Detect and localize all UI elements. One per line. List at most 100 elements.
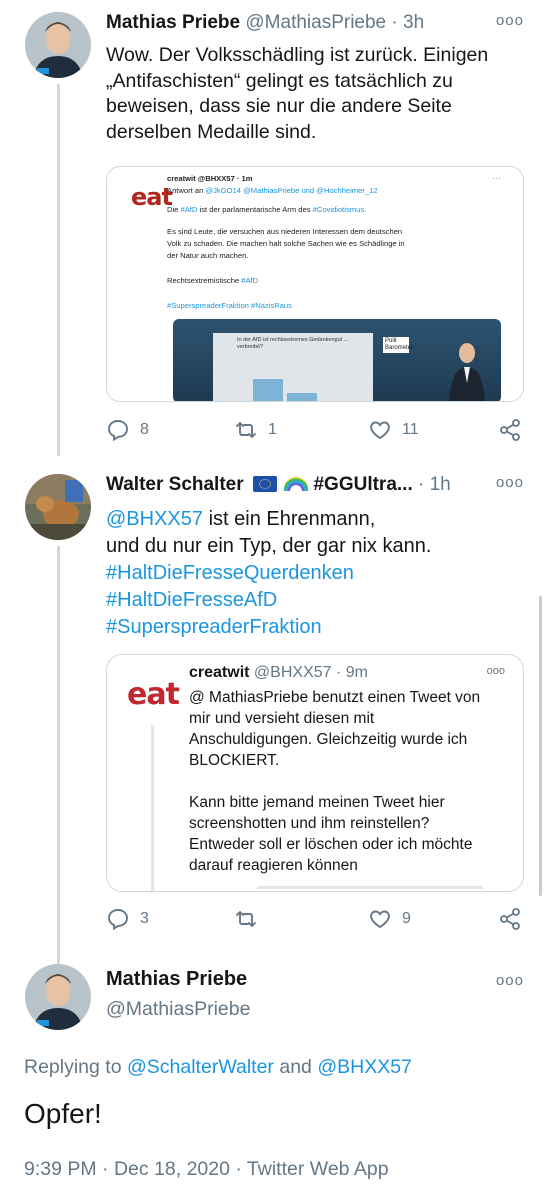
quote-divider [257, 886, 483, 889]
poll-graphic: In der AfD ist rechtsextremes Gedankengu… [213, 333, 373, 401]
hashtag-link[interactable]: #HaltDieFresseQuerdenken [106, 560, 524, 587]
quoted-tweet[interactable]: eat creatwit @BHXX57 · 9m ooo @ MathiasP… [106, 654, 524, 892]
display-name-suffix[interactable]: #GGUltra... [313, 474, 412, 495]
separator: · [391, 12, 398, 33]
share-icon [500, 419, 520, 441]
hashtag-link[interactable]: #SuperspreaderFraktion [106, 614, 524, 641]
more-options-icon[interactable]: ooo [496, 972, 524, 989]
thread-line [57, 84, 60, 456]
retweet-count: 1 [268, 421, 277, 438]
reply-button[interactable]: 3 [106, 907, 149, 931]
mention-link[interactable]: @BHXX57 [317, 1056, 412, 1078]
more-options-icon[interactable]: ooo [496, 474, 524, 491]
rainbow-icon [284, 477, 309, 491]
replying-and: and [273, 1056, 318, 1078]
main-name[interactable]: Mathias Priebe [106, 968, 247, 991]
share-button[interactable] [498, 907, 522, 931]
share-button[interactable] [498, 418, 522, 442]
display-name[interactable]: Walter Schalter [106, 474, 244, 495]
avatar-image [25, 474, 91, 540]
quote-header: creatwit @BHXX57 · 9m [189, 664, 368, 682]
screenshot-line: #SuperspreaderFraktion #NazisRaus [167, 301, 292, 310]
like-count: 9 [402, 910, 411, 927]
tweet-actions: 3 9 [106, 907, 526, 933]
separator: · [418, 474, 425, 495]
scrollbar[interactable] [539, 596, 542, 896]
quote-text-line: @ MathiasPriebe benutzt einen Tweet von [189, 689, 481, 706]
retweet-button[interactable]: 1 [234, 418, 277, 442]
timestamp[interactable]: 1h [430, 474, 451, 495]
timestamp[interactable]: 3h [403, 12, 424, 33]
text-fragment: Die [167, 205, 181, 214]
like-button[interactable]: 9 [368, 907, 411, 931]
replying-to: Replying to @SchalterWalter and @BHXX57 [24, 1056, 412, 1079]
separator: · [335, 664, 342, 681]
more-options-icon: ooo [486, 665, 505, 677]
poll-bar [287, 393, 317, 401]
tweet-header: Walter Schalter #GGUltra... · 1h [106, 474, 526, 500]
tweet-mathias-priebe[interactable]: Mathias Priebe @MathiasPriebe · 3h ooo W… [0, 0, 546, 456]
heart-icon [370, 910, 390, 929]
screenshot-line: Die #AfD ist der parlamentarische Arm de… [167, 205, 505, 215]
quote-text-line: Kann bitte jemand meinen Tweet hier [189, 794, 445, 811]
quote-thread-line [151, 725, 154, 891]
reply-icon [108, 909, 128, 931]
display-name[interactable]: Mathias Priebe [106, 12, 240, 33]
eat-logo: eat [127, 677, 180, 712]
heart-icon [370, 421, 390, 440]
screenshot-line: der Natur auch machen. [167, 251, 249, 260]
eu-flag-icon [252, 476, 277, 492]
video-thumbnail[interactable]: In der AfD ist rechtsextremes Gedankengu… [173, 319, 501, 401]
screenshot-line: Volk zu schaden. Die machen halt solche … [167, 239, 405, 248]
reply-button[interactable]: 8 [106, 418, 149, 442]
eat-logo: eat [131, 183, 173, 211]
poll-bar [253, 379, 283, 401]
text-fragment: ist der parlamentarische Arm des [197, 205, 313, 214]
retweet-icon [236, 911, 256, 927]
quote-handle: @BHXX57 [253, 664, 332, 681]
thread-line [57, 546, 60, 966]
eu-stars [258, 479, 271, 489]
screenshot-line: Es sind Leute, die versuchen aus niedere… [167, 227, 403, 236]
handle[interactable]: @MathiasPriebe [245, 12, 386, 33]
video-caption: In der AfD ist rechtsextremes Gedankengu… [237, 337, 349, 350]
mention-link[interactable]: @BHXX57 [106, 508, 203, 530]
quote-text-line: Entweder soll er löschen oder ich möchte [189, 836, 473, 853]
hashtag: #AfD [241, 276, 259, 285]
hashtag: #AfD [180, 205, 198, 214]
like-count: 11 [402, 421, 419, 438]
tweet-meta: 9:39 PM · Dec 18, 2020 · Twitter Web App [24, 1158, 389, 1180]
screenshot-reply-line: Antwort an @JkGO14 @MathiasPriebe und @H… [167, 186, 505, 196]
more-options-icon[interactable]: ooo [496, 12, 524, 29]
mention-link[interactable]: @SchalterWalter [127, 1056, 274, 1078]
avatar[interactable] [25, 12, 91, 78]
retweet-button[interactable] [234, 907, 268, 931]
reply-handles: @JkGO14 @MathiasPriebe und @Hochheimer_1… [205, 186, 378, 195]
reply-count: 3 [140, 910, 149, 927]
hashtag-link[interactable]: #HaltDieFresseAfD [106, 587, 524, 614]
avatar-image [25, 12, 91, 78]
like-button[interactable]: 11 [368, 418, 419, 442]
quote-text-line: screenshotten und ihm reinstellen? [189, 815, 430, 832]
main-handle[interactable]: @MathiasPriebe [106, 998, 250, 1021]
tweet-text: Wow. Der Volksschädling ist zurück. Eini… [106, 43, 524, 145]
replying-prefix: Replying to [24, 1056, 127, 1078]
screenshot-header: creatwit @BHXX57 · 1m [167, 174, 253, 183]
quote-text-line [189, 771, 501, 792]
reply-prefix: Antwort an [167, 186, 206, 195]
avatar[interactable] [25, 474, 91, 540]
tweet-text-line: derselben Medaille sind. [106, 120, 317, 143]
text-fragment: Rechtsextremistische [167, 276, 242, 285]
reply-count: 8 [140, 421, 149, 438]
quote-timestamp: 9m [345, 664, 368, 681]
text-fragment: ist ein Ehrenmann, [203, 508, 376, 530]
tweet-header: Mathias Priebe @MathiasPriebe · 3h [106, 12, 526, 38]
quote-text-line: darauf reagieren können [189, 857, 358, 874]
share-icon [500, 908, 520, 930]
quote-text-line: mir und versieht diesen mit [189, 710, 375, 727]
tweet-actions: 8 1 11 [106, 418, 526, 444]
embedded-screenshot-image[interactable]: eat ··· creatwit @BHXX57 · 1m Antwort an… [106, 166, 524, 402]
quote-text: @ MathiasPriebe benutzt einen Tweet von … [189, 687, 501, 876]
retweet-icon [236, 422, 256, 438]
avatar[interactable] [25, 964, 91, 1030]
